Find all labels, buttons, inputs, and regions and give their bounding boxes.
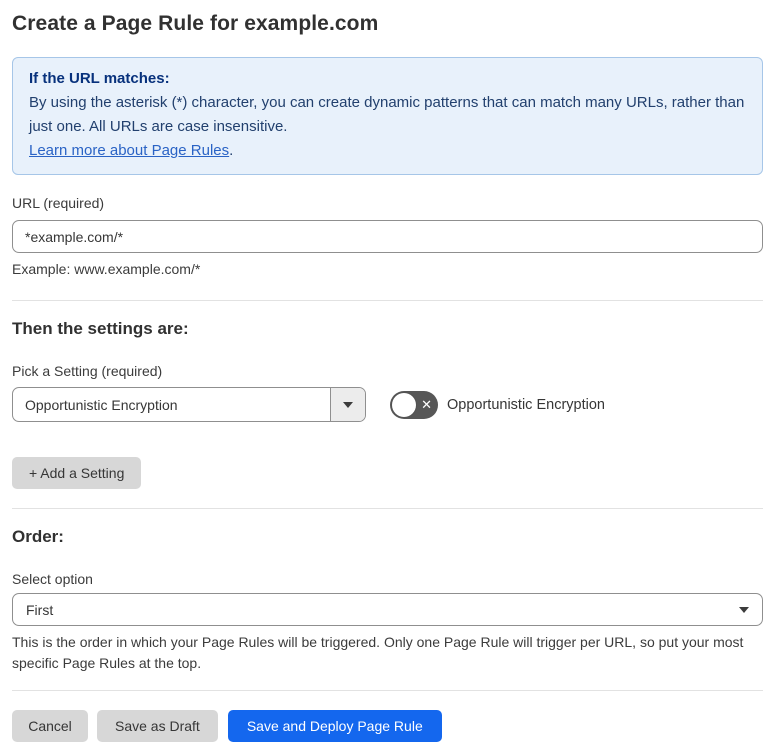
add-setting-button[interactable]: + Add a Setting — [12, 457, 142, 489]
info-box-link-line: Learn more about Page Rules. — [29, 139, 746, 163]
link-period: . — [229, 142, 234, 159]
url-input[interactable] — [12, 220, 763, 253]
url-field-label: URL (required) — [12, 195, 105, 211]
opportunistic-encryption-toggle[interactable]: ✕ — [390, 390, 438, 419]
save-as-draft-button[interactable]: Save as Draft — [97, 710, 218, 742]
caret-down-icon — [343, 401, 353, 408]
page-rule-form: Create a Page Rule for example.com If th… — [0, 0, 775, 742]
order-select-value: First — [26, 601, 54, 618]
toggle-caption: Opportunistic Encryption — [447, 396, 605, 413]
save-and-deploy-button[interactable]: Save and Deploy Page Rule — [227, 710, 442, 742]
setting-row: Opportunistic Encryption ✕ Opportunistic… — [12, 387, 763, 422]
info-box-heading: If the URL matches: — [29, 70, 170, 87]
order-select[interactable]: First — [12, 593, 763, 626]
order-select-label: Select option — [12, 571, 93, 587]
toggle-knob — [392, 392, 416, 417]
divider — [12, 690, 763, 691]
order-helper-text: This is the order in which your Page Rul… — [12, 634, 744, 671]
x-mark-icon: ✕ — [421, 396, 432, 412]
learn-more-link[interactable]: Learn more about Page Rules — [29, 142, 229, 159]
order-section-heading: Order: — [12, 527, 64, 546]
info-box-body: By using the asterisk (*) character, you… — [29, 94, 745, 135]
caret-down-icon — [739, 606, 749, 613]
divider — [12, 300, 763, 301]
pick-setting-label: Pick a Setting (required) — [12, 363, 163, 379]
page-title: Create a Page Rule for example.com — [12, 12, 379, 35]
settings-section-heading: Then the settings are: — [12, 319, 189, 338]
url-field-helper: Example: www.example.com/* — [12, 261, 201, 277]
footer-buttons: Cancel Save as Draft Save and Deploy Pag… — [12, 710, 763, 742]
setting-dropdown-toggle[interactable] — [330, 388, 365, 421]
url-match-info-box: If the URL matches: By using the asteris… — [12, 57, 763, 175]
setting-dropdown-value: Opportunistic Encryption — [25, 396, 178, 413]
setting-dropdown[interactable]: Opportunistic Encryption — [12, 387, 366, 422]
divider — [12, 508, 763, 509]
cancel-button[interactable]: Cancel — [12, 710, 88, 742]
